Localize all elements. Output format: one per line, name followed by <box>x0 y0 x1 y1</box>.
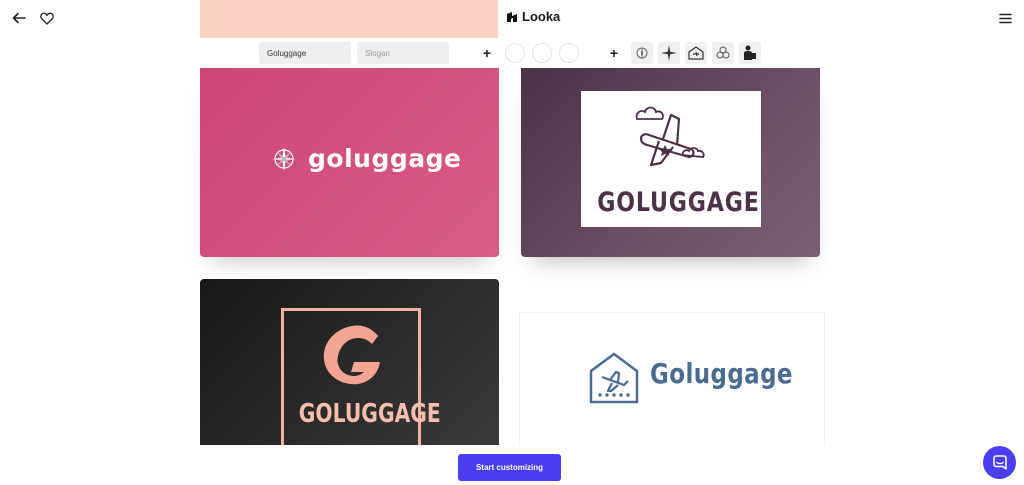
airplane-clouds-icon <box>635 106 705 167</box>
color-swatch[interactable] <box>559 43 579 63</box>
logo-wordmark: goluggage <box>308 144 462 173</box>
company-name-input[interactable] <box>259 42 351 64</box>
color-swatch[interactable] <box>532 43 552 63</box>
start-customizing-button[interactable]: Start customizing <box>458 454 561 481</box>
logo-wordmark: GOLUGGAGE <box>298 399 441 429</box>
brand-logo[interactable]: Looka <box>506 9 560 24</box>
logo-wordmark: GOLUGGAGE <box>597 187 760 218</box>
brand-name: Looka <box>522 9 561 24</box>
flower-icon <box>716 46 730 59</box>
heart-icon <box>40 12 54 25</box>
slogan-input[interactable] <box>357 42 449 64</box>
compass-rose-icon <box>661 45 677 61</box>
logo-card[interactable]: Goluggage <box>519 312 825 452</box>
compass-icon <box>636 47 648 59</box>
symbol-option[interactable] <box>712 42 734 64</box>
chat-button[interactable] <box>983 446 1016 479</box>
compass-icon <box>272 146 296 171</box>
favorite-button[interactable] <box>37 8 57 28</box>
previous-logo-card[interactable] <box>200 0 498 38</box>
add-text-button[interactable]: + <box>478 44 496 62</box>
logo-preview: goluggage <box>270 144 461 173</box>
symbol-option[interactable] <box>631 42 653 64</box>
menu-button[interactable] <box>995 8 1015 28</box>
hamburger-menu-icon <box>998 13 1012 23</box>
symbol-option[interactable] <box>739 42 761 64</box>
chat-icon <box>992 454 1007 470</box>
logo-card[interactable]: goluggage <box>200 68 499 257</box>
logo-card[interactable]: GOLUGGAGE <box>521 68 820 257</box>
logo-preview: GOLUGGAGE <box>581 91 761 227</box>
color-swatch[interactable] <box>505 43 525 63</box>
person-icon <box>744 45 756 60</box>
arrow-left-icon <box>12 12 26 24</box>
house-plane-icon <box>688 46 704 60</box>
logo-card[interactable]: GOLUGGAGE <box>200 279 499 449</box>
back-button[interactable] <box>9 8 29 28</box>
house-plane-icon <box>589 352 639 404</box>
looka-mark-icon <box>507 11 517 22</box>
symbol-option[interactable] <box>685 42 707 64</box>
symbol-option[interactable] <box>658 42 680 64</box>
logo-wordmark: Goluggage <box>650 357 793 390</box>
add-symbol-button[interactable]: + <box>605 44 623 62</box>
monogram-g-icon <box>323 325 380 385</box>
